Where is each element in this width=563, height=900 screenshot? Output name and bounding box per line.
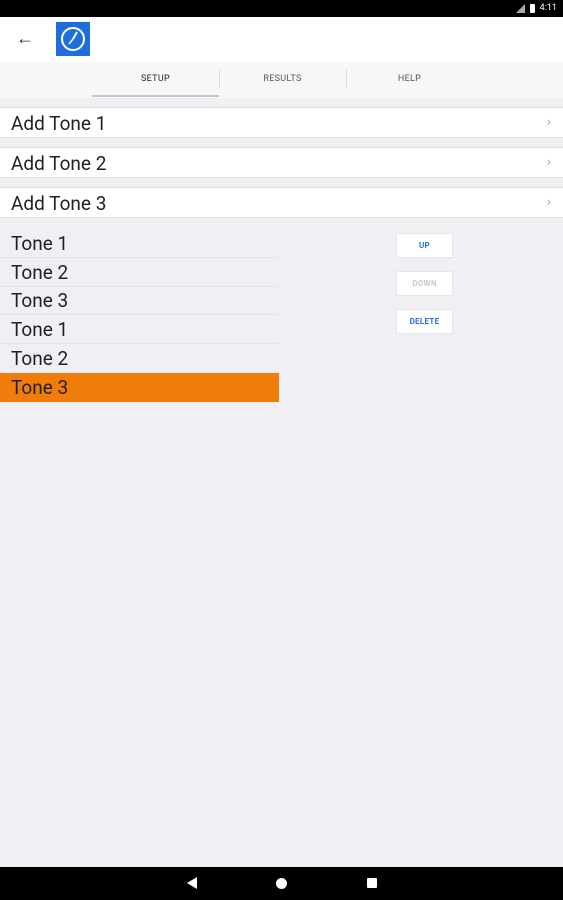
nav-home-icon[interactable]: [276, 878, 287, 889]
add-tone-label: Add Tone 3: [11, 192, 107, 215]
tone-label: Tone 2: [11, 347, 69, 370]
navigation-bar: [0, 867, 563, 900]
delete-button[interactable]: DELETE: [396, 309, 453, 334]
tab-setup[interactable]: SETUP: [92, 62, 219, 98]
tone-label: Tone 3: [11, 376, 69, 399]
tone-label: Tone 3: [11, 289, 69, 312]
app-bar: ←: [0, 17, 563, 62]
back-arrow-icon[interactable]: ←: [16, 29, 34, 49]
battery-icon: [529, 3, 535, 13]
tone-label: Tone 1: [11, 232, 69, 255]
tab-results[interactable]: RESULTS: [219, 62, 346, 98]
tone-list-item[interactable]: Tone 2: [0, 258, 279, 287]
chevron-right-icon: ›: [546, 114, 551, 130]
tone-list-item[interactable]: Tone 1: [0, 229, 279, 258]
tab-bar: SETUP RESULTS HELP: [0, 62, 563, 98]
tone-list-item[interactable]: Tone 3: [0, 286, 279, 315]
tab-help[interactable]: HELP: [346, 62, 473, 98]
add-tone-2-row[interactable]: Add Tone 2 ›: [0, 147, 563, 178]
tone-list-item[interactable]: Tone 1: [0, 315, 279, 344]
add-tone-label: Add Tone 2: [11, 152, 107, 175]
add-tone-label: Add Tone 1: [11, 112, 107, 135]
chevron-right-icon: ›: [546, 194, 551, 210]
status-bar: 4:11: [0, 0, 563, 17]
app-logo-icon: [56, 22, 90, 56]
tone-label: Tone 1: [11, 318, 69, 341]
tone-label: Tone 2: [11, 261, 69, 284]
up-button[interactable]: UP: [396, 233, 453, 258]
down-button[interactable]: DOWN: [396, 271, 453, 296]
nav-recents-icon[interactable]: [367, 878, 377, 888]
add-tone-1-row[interactable]: Add Tone 1 ›: [0, 107, 563, 138]
status-icons: 4:11: [515, 3, 557, 13]
nav-back-icon[interactable]: [187, 877, 197, 889]
signal-icon: [515, 3, 525, 13]
add-tone-3-row[interactable]: Add Tone 3 ›: [0, 187, 563, 218]
status-time: 4:11: [539, 3, 557, 13]
chevron-right-icon: ›: [546, 154, 551, 170]
tone-list-item[interactable]: Tone 2: [0, 344, 279, 373]
tone-list-item-selected[interactable]: Tone 3: [0, 373, 279, 402]
